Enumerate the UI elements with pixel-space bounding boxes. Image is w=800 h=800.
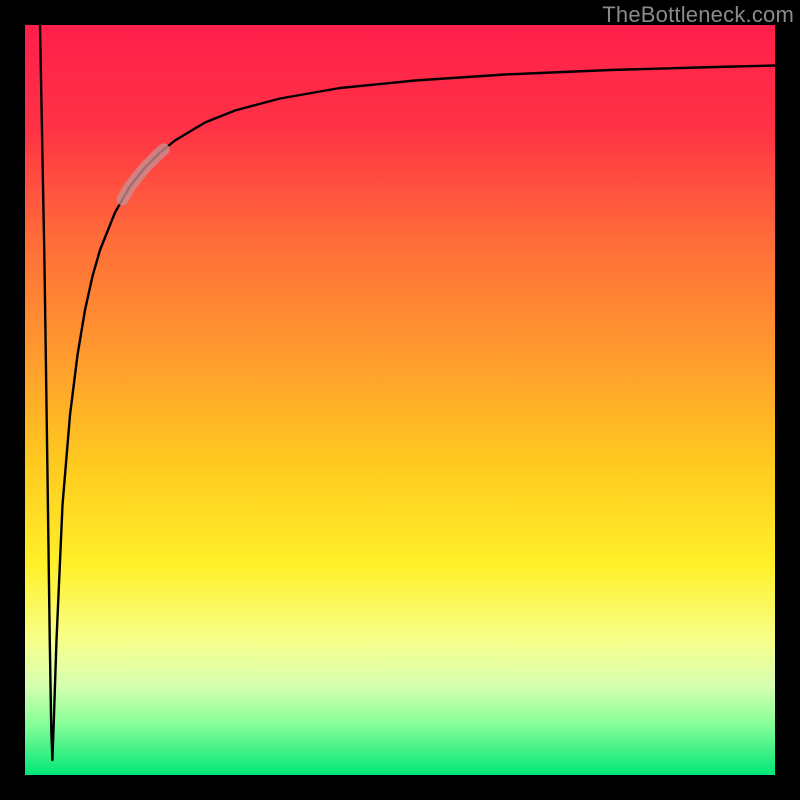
chart-plot-area [25, 25, 775, 775]
bottleneck-chart: TheBottleneck.com [0, 0, 800, 800]
chart-svg [0, 0, 800, 800]
attribution-text: TheBottleneck.com [602, 2, 794, 28]
